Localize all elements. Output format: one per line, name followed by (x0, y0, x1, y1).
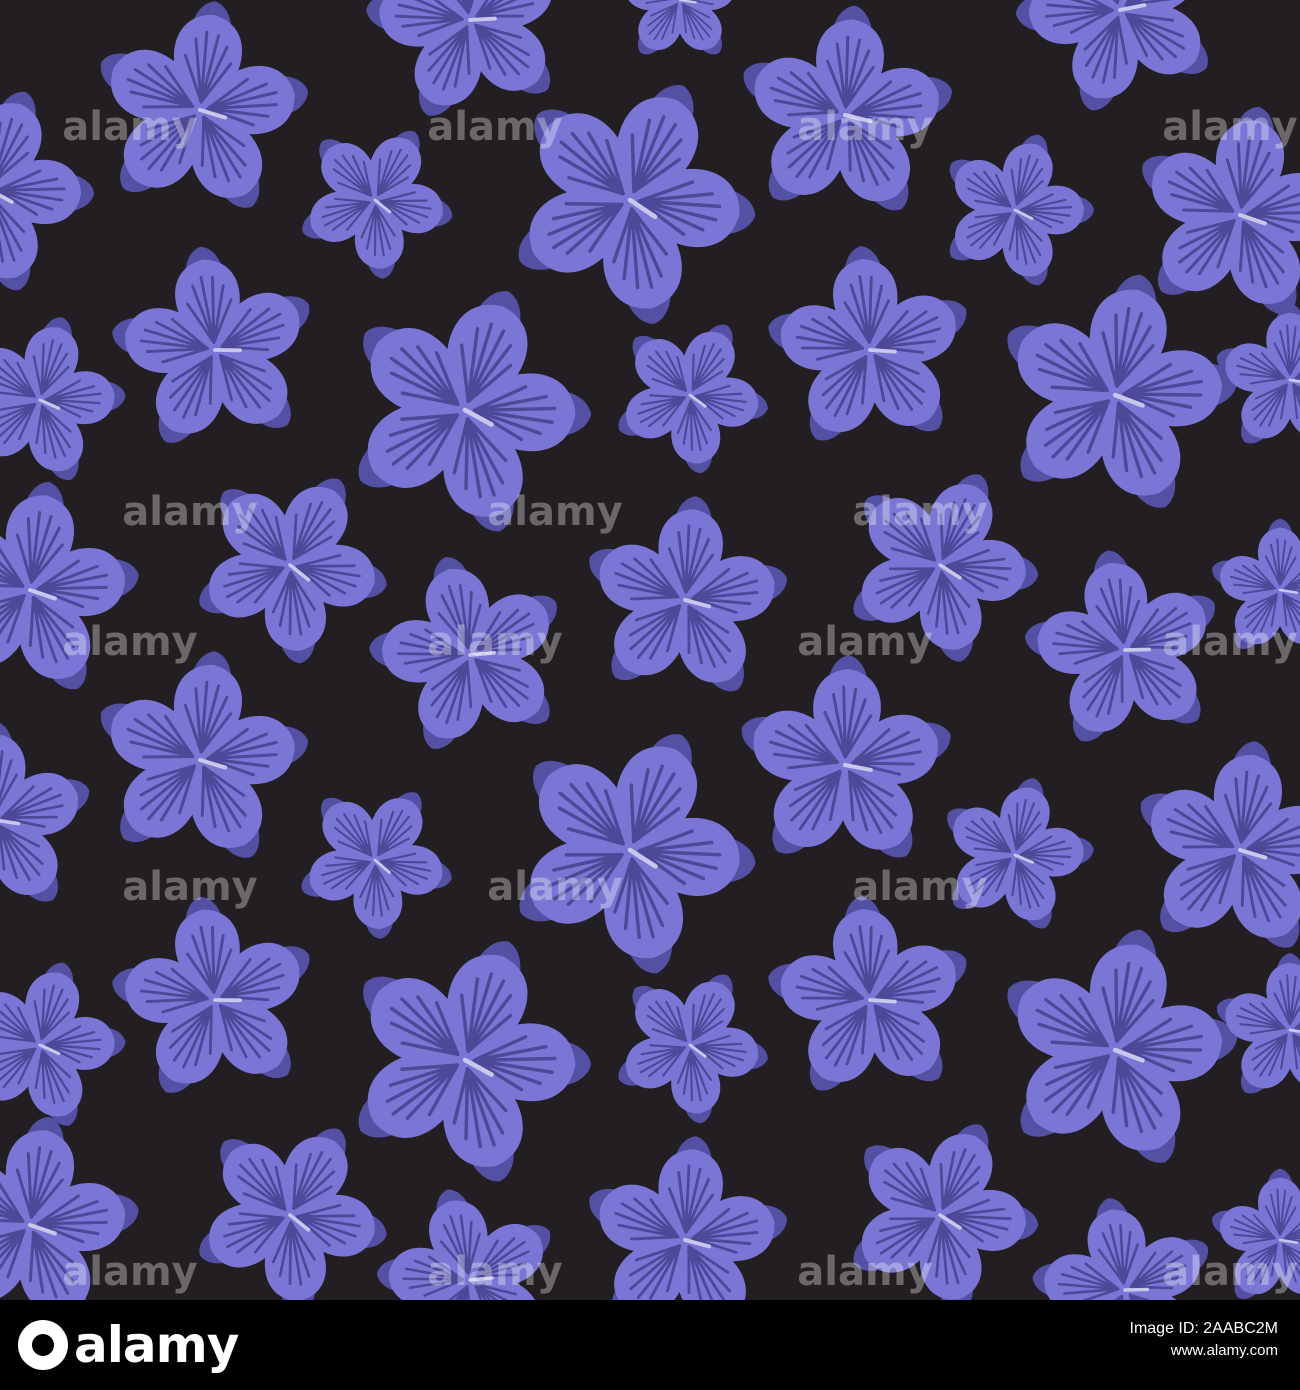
watermark-text: alamy (62, 104, 197, 150)
image-meta: Image ID: 2AABC2M www.alamy.com (1130, 1318, 1279, 1362)
image-id-text: Image ID: 2AABC2M (1129, 1320, 1279, 1337)
watermark-text: alamy (797, 104, 932, 150)
brand-wordmark: alamy (74, 1316, 239, 1374)
watermark-text: alamy (122, 489, 257, 535)
watermark-text: alamy (62, 619, 197, 665)
watermark-text: alamy (122, 864, 257, 910)
watermark-text: alamy (1162, 1249, 1297, 1295)
watermark-text: alamy (487, 864, 622, 910)
watermark-text: alamy (797, 1249, 932, 1295)
watermark-text: alamy (852, 489, 987, 535)
watermark-text: alamy (427, 104, 562, 150)
watermark-text: alamy (1162, 104, 1297, 150)
stock-photo-frame: alamy alamy alamy alamy alamy alamy alamy alamy… (0, 0, 1300, 1390)
watermark-text: alamy (62, 1249, 197, 1295)
watermark-text: alamy (427, 619, 562, 665)
brand-logo: alamy (18, 1312, 239, 1378)
violet-flower-pattern: alamy alamy alamy alamy alamy alamy alamy alamy… (0, 0, 1300, 1300)
stock-footer-bar: alamy Image ID: 2AABC2M www.alamy.com (0, 1300, 1300, 1390)
watermark-text: alamy (1162, 619, 1297, 665)
image-url-text: www.alamy.com (1170, 1342, 1278, 1359)
watermark-text: alamy (487, 489, 622, 535)
watermark-text: alamy (427, 1249, 562, 1295)
watermark-text: alamy (852, 864, 987, 910)
watermark-text: alamy (797, 619, 932, 665)
brand-mark-icon (18, 1320, 68, 1370)
